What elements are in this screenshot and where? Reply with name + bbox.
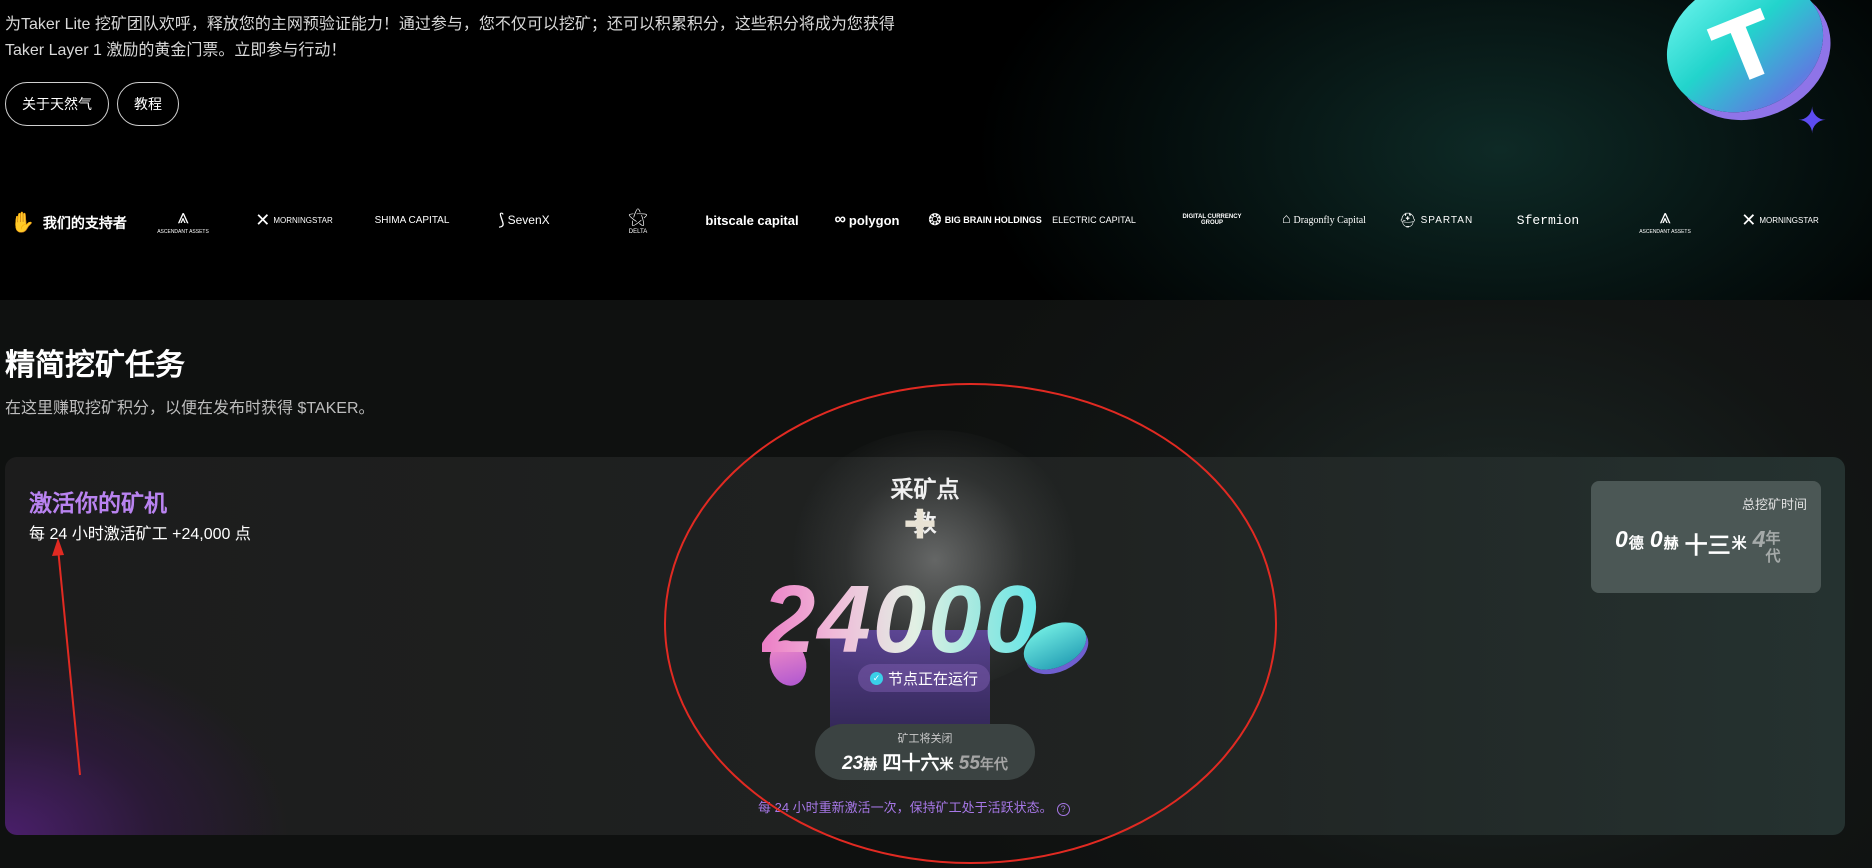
annotation-arrow-icon: [52, 538, 81, 776]
